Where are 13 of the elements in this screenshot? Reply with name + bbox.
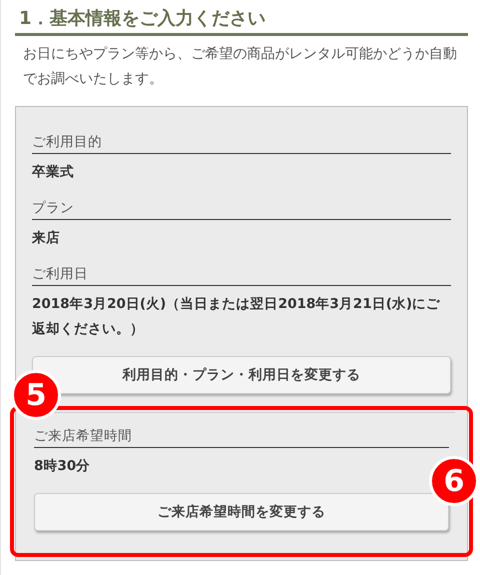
field-label: ご利用目的	[32, 127, 451, 154]
section-heading: 1．基本情報をご入力ください	[15, 4, 468, 36]
field-value: 8時30分	[34, 457, 92, 476]
field-value: 来店	[32, 229, 61, 248]
step-badge: 5	[11, 370, 61, 420]
field-value: 2018年3月20日(火)（当日または翌日2018年3月21日(水)にご返却ください。）	[32, 295, 442, 339]
intro-text: お日にちやプラン等から、ご希望の商品がレンタル可能かどうか自動でお調べいたします。	[23, 45, 458, 89]
field-label: ご利用日	[32, 259, 451, 286]
field-value: 卒業式	[32, 163, 75, 182]
step-badge: 6	[429, 456, 479, 506]
field-label: ご来店希望時間	[34, 421, 449, 448]
field-label: プラン	[32, 193, 451, 220]
change-time-button[interactable]: ご来店希望時間を変更する	[34, 493, 449, 531]
